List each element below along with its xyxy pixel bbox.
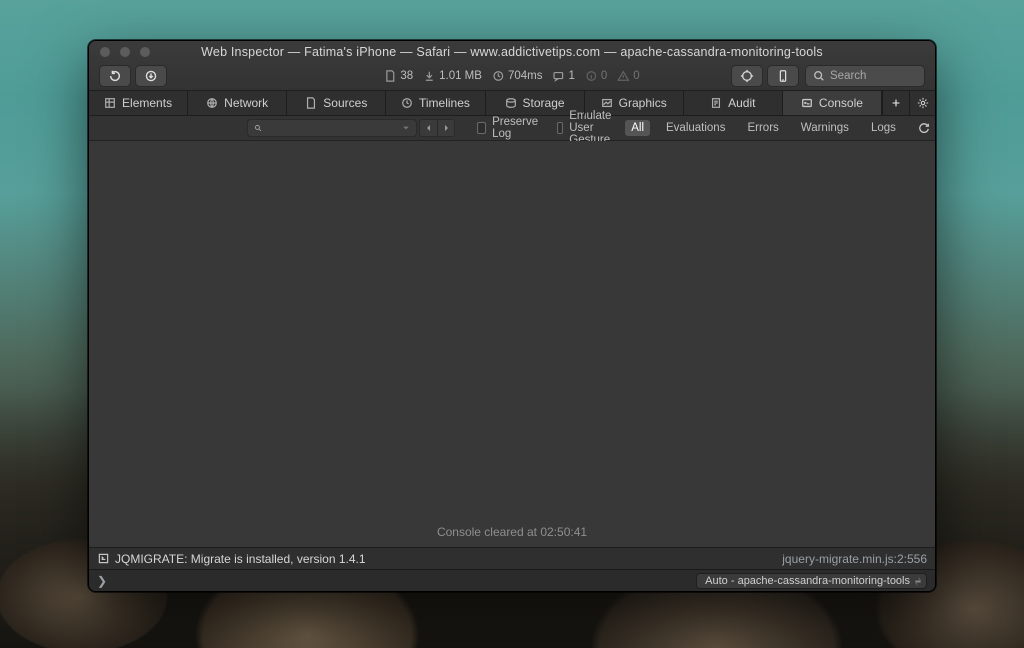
device-toggle-button[interactable]	[767, 65, 799, 87]
window-title: Web Inspector — Fatima's iPhone — Safari…	[201, 45, 823, 59]
metric-info: 0	[585, 70, 607, 82]
tab-audit-label: Audit	[728, 96, 755, 110]
tab-extra-controls	[882, 91, 935, 115]
console-cleared-message: Console cleared at 02:50:41	[89, 141, 935, 547]
inspect-element-button[interactable]	[731, 65, 763, 87]
tab-sources-label: Sources	[323, 96, 367, 110]
console-log-row[interactable]: JQMIGRATE: Migrate is installed, version…	[89, 547, 935, 569]
preserve-log-checkbox[interactable]	[477, 122, 486, 134]
scope-warnings[interactable]: Warnings	[795, 120, 855, 136]
traffic-lights	[99, 46, 151, 58]
console-log-message: JQMIGRATE: Migrate is installed, version…	[115, 552, 366, 566]
settings-button[interactable]	[909, 91, 935, 116]
metric-time: 704ms	[492, 70, 543, 82]
tab-graphics-label: Graphics	[619, 96, 667, 110]
metric-size-value: 1.01 MB	[439, 70, 482, 82]
scope-errors[interactable]: Errors	[741, 120, 784, 136]
minimize-window-button[interactable]	[119, 46, 131, 58]
tab-strip: Elements Network Sources Timelines Stora…	[89, 91, 935, 116]
tab-timelines-label: Timelines	[419, 96, 470, 110]
refresh-icon[interactable]	[918, 122, 930, 134]
close-window-button[interactable]	[99, 46, 111, 58]
log-level-icon	[97, 553, 109, 565]
metric-messages-value: 1	[568, 70, 574, 82]
new-tab-button[interactable]	[883, 91, 909, 116]
download-button[interactable]	[135, 65, 167, 87]
tab-storage-label: Storage	[523, 96, 565, 110]
metric-resources-value: 38	[400, 70, 413, 82]
titlebar: Web Inspector — Fatima's iPhone — Safari…	[89, 41, 935, 91]
web-inspector-window: Web Inspector — Fatima's iPhone — Safari…	[88, 40, 936, 592]
console-body: Console cleared at 02:50:41 JQMIGRATE: M…	[89, 141, 935, 591]
tab-sources[interactable]: Sources	[287, 91, 386, 115]
metric-info-value: 0	[601, 70, 607, 82]
global-search-input[interactable]	[830, 70, 910, 82]
tab-storage[interactable]: Storage	[486, 91, 585, 115]
tab-audit[interactable]: Audit	[684, 91, 783, 115]
global-search[interactable]	[805, 65, 925, 87]
console-scope-segment: All Evaluations Errors Warnings Logs	[625, 120, 936, 136]
scope-all[interactable]: All	[625, 120, 650, 136]
tab-console[interactable]: Console	[783, 91, 882, 115]
scope-evaluations[interactable]: Evaluations	[660, 120, 731, 136]
console-filterbar: Preserve Log Emulate User Gesture All Ev…	[89, 116, 935, 141]
tab-elements[interactable]: Elements	[89, 91, 188, 115]
filter-prev-button[interactable]	[419, 119, 437, 137]
tab-console-label: Console	[819, 96, 863, 110]
console-log-source[interactable]: jquery-migrate.min.js:2:556	[782, 552, 927, 566]
console-filter-search[interactable]	[247, 119, 417, 137]
console-prompt-input[interactable]	[111, 574, 696, 588]
reload-button[interactable]	[99, 65, 131, 87]
tab-network[interactable]: Network	[188, 91, 287, 115]
metric-warnings-value: 0	[633, 70, 639, 82]
scope-logs[interactable]: Logs	[865, 120, 902, 136]
zoom-window-button[interactable]	[139, 46, 151, 58]
emulate-gesture-checkbox[interactable]	[557, 122, 563, 134]
metric-warnings: 0	[617, 70, 639, 82]
tab-network-label: Network	[224, 96, 268, 110]
metric-messages: 1	[552, 70, 574, 82]
prompt-chevron-icon: ❯	[97, 574, 107, 588]
tab-timelines[interactable]: Timelines	[386, 91, 485, 115]
preserve-log-label: Preserve Log	[492, 116, 541, 140]
toolbar: 38 1.01 MB 704ms 1 0	[89, 63, 935, 90]
toolbar-metrics: 38 1.01 MB 704ms 1 0	[384, 70, 639, 82]
filter-next-button[interactable]	[437, 119, 455, 137]
console-filter-input[interactable]	[267, 122, 397, 134]
execution-context-selector[interactable]: Auto - apache-cassandra-monitoring-tools	[696, 573, 927, 589]
metric-time-value: 704ms	[508, 70, 543, 82]
tab-graphics[interactable]: Graphics	[585, 91, 684, 115]
metric-resources: 38	[384, 70, 413, 82]
tab-elements-label: Elements	[122, 96, 172, 110]
metric-size: 1.01 MB	[423, 70, 482, 82]
console-prompt-row: ❯ Auto - apache-cassandra-monitoring-too…	[89, 569, 935, 591]
